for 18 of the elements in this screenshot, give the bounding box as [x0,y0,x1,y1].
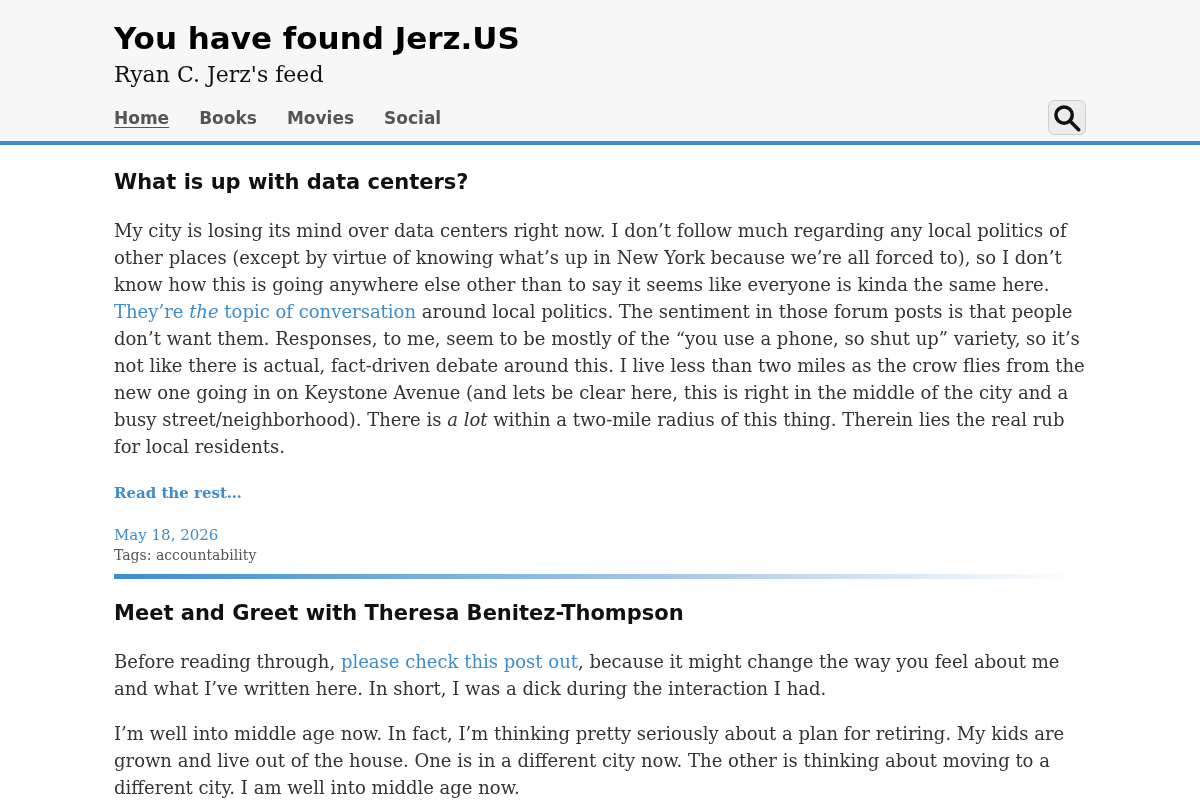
post-title: What is up with data centers? [114,169,470,196]
search-button[interactable] [1048,100,1086,135]
post-title: Meet and Greet with Theresa Benitez-Thompson [114,600,685,627]
nav-link[interactable]: Social [384,102,442,133]
read-more-link[interactable]: Read the rest… [114,483,242,503]
inline-link[interactable]: They’re the topic of conversation [114,301,417,322]
post-paragraph: My city is losing its mind over data centers right now. I don’t follow much regarding any local politics of other places (except by virtue of knowing what’s up in New York because we’re all forced to), so I don’t know how this is going anywhere else other than to say it seems like everyone is kinda the same here. They’re the topic of conversation around local politics. The sentiment in those forum posts is that people don’t want them. Responses, to me, seem to be mostly of the “you use a phone, so shut up” variety, so it’s not like there is actual, fact-driven debate around this. I live less than two miles as the crow flies from the new one going in on Keystone Avenue (and lets be clear here, this is right in the middle of the city and a busy street/neighborhood). There is a lot within a two-mile radius of this thing. Therein lies the real rub for local residents. [114,219,1086,459]
post-paragraph: I’m well into middle age now. In fact, I’m thinking pretty seriously about a plan for retiring. My kids are grown and live out of the house. One is in a different city now. The other is thinking about moving to a different city. I am well into middle age now. [114,722,1066,800]
site-subtitle: Ryan C. Jerz's feed [114,61,324,89]
nav-link[interactable]: Movies [286,102,355,133]
inline-link[interactable]: please check this post out [340,651,578,672]
post-tags: Tags: accountability [114,545,257,565]
search-icon [1053,103,1081,132]
post-paragraph: Before reading through, please check this post out, because it might change the way you feel about me and what I’ve written here. In short, I was a dick during the interaction I had. [114,650,1061,701]
nav-link[interactable]: Home [114,102,170,133]
nav-link[interactable]: Books [199,102,257,133]
post-date[interactable]: May 18, 2026 [114,525,219,545]
site-title[interactable]: You have found Jerz.US [114,16,520,60]
